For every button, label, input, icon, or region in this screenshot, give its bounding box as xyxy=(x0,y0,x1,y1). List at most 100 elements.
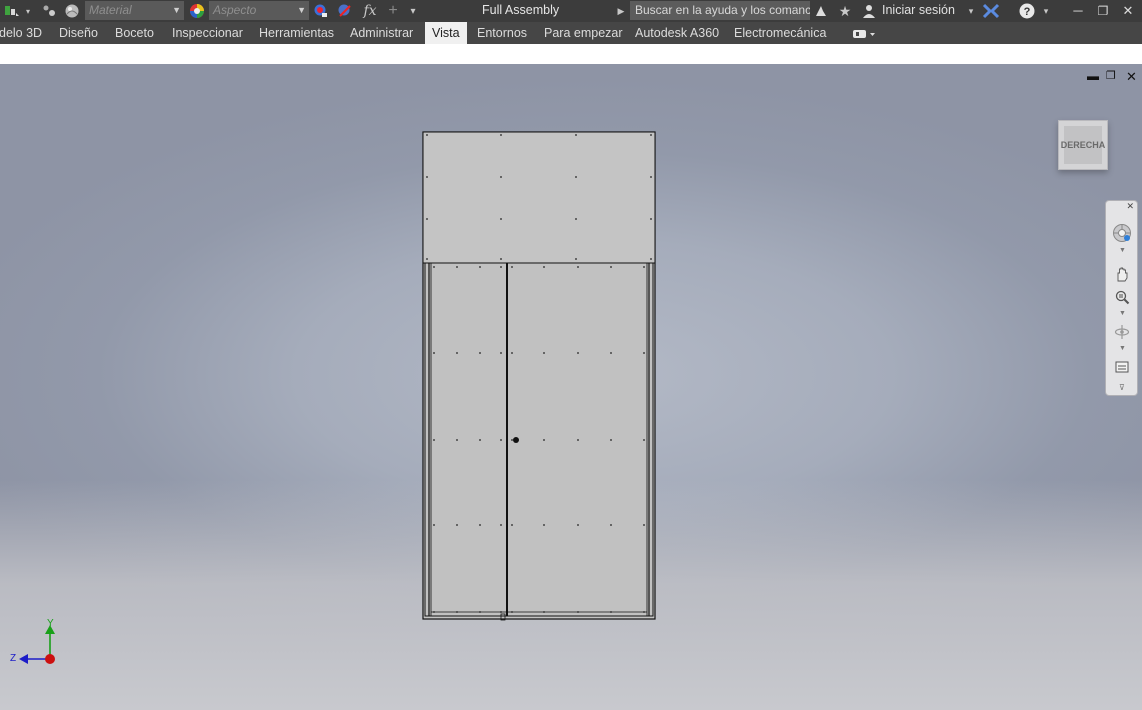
fastener-hole xyxy=(650,258,652,260)
viewcube[interactable]: DERECHA xyxy=(1058,120,1108,170)
fastener-hole xyxy=(456,611,458,613)
search-expand-icon[interactable]: ▶ xyxy=(614,2,628,20)
document-close-icon[interactable]: ✕ xyxy=(1126,69,1137,85)
fastener-hole xyxy=(610,266,612,268)
fastener-hole xyxy=(577,352,579,354)
clear-appearance-icon[interactable] xyxy=(336,2,354,20)
fastener-hole xyxy=(577,439,579,441)
tab-para-empezar[interactable]: Para empezar xyxy=(544,22,623,44)
material-dropdown[interactable]: Material ▼ xyxy=(85,1,184,20)
fastener-hole xyxy=(479,266,481,268)
fastener-hole xyxy=(426,134,428,136)
tab-diseno[interactable]: Diseño xyxy=(59,22,98,44)
customize-dropdown-icon[interactable]: ▾ xyxy=(404,2,422,20)
viewcube-face-label[interactable]: DERECHA xyxy=(1061,126,1105,164)
fastener-hole xyxy=(500,258,502,260)
look-at-icon[interactable] xyxy=(1112,357,1132,377)
subscription-icon[interactable] xyxy=(812,2,830,20)
fastener-hole xyxy=(500,611,502,613)
graphics-viewport[interactable]: ▬ ❐ ✕ DERECHA ✕ ▼ ▼ ▼ ⊽ Y Z xyxy=(0,64,1142,710)
nav-bar-customize-icon[interactable]: ⊽ xyxy=(1119,383,1125,392)
fastener-hole xyxy=(500,176,502,178)
fastener-hole xyxy=(511,611,513,613)
fastener-hole xyxy=(543,611,545,613)
tab-entornos[interactable]: Entornos xyxy=(477,22,527,44)
fastener-hole xyxy=(575,176,577,178)
door-handle[interactable] xyxy=(513,437,519,443)
nav-bar-close-icon[interactable]: ✕ xyxy=(1126,201,1134,212)
tab-herramientas[interactable]: Herramientas xyxy=(259,22,334,44)
fastener-hole xyxy=(511,524,513,526)
fastener-hole xyxy=(426,218,428,220)
navigation-bar: ✕ ▼ ▼ ▼ ⊽ xyxy=(1105,200,1138,396)
help-search-input[interactable]: Buscar en la ayuda y los comanc xyxy=(630,1,810,20)
fastener-hole xyxy=(500,266,502,268)
app-menu-icon[interactable] xyxy=(3,2,21,20)
star-icon[interactable]: ★ xyxy=(836,2,854,20)
tab-autodesk-a360[interactable]: Autodesk A360 xyxy=(635,22,719,44)
fastener-hole xyxy=(643,352,645,354)
selection-icon[interactable] xyxy=(40,2,58,20)
triad-y-label: Y xyxy=(47,618,54,629)
pan-icon[interactable] xyxy=(1112,264,1132,284)
fastener-hole xyxy=(479,352,481,354)
zoom-icon[interactable] xyxy=(1112,287,1132,307)
close-icon[interactable]: ✕ xyxy=(1116,1,1140,21)
color-wheel-icon[interactable] xyxy=(188,2,206,20)
top-panel[interactable] xyxy=(422,131,656,264)
app-menu-dropdown-icon[interactable]: ▾ xyxy=(22,2,34,20)
tab-boceto[interactable]: Boceto xyxy=(115,22,154,44)
fastener-hole xyxy=(650,134,652,136)
steering-wheel-dropdown-icon[interactable]: ▼ xyxy=(1119,247,1126,254)
title-bar: ▾ Material ▼ Aspecto ▼ fx + ▾ Full Assem… xyxy=(0,0,1142,22)
fastener-hole xyxy=(511,266,513,268)
fastener-hole xyxy=(433,611,435,613)
document-minimize-icon[interactable]: ▬ xyxy=(1087,69,1099,83)
user-icon xyxy=(860,2,878,20)
fastener-hole xyxy=(543,352,545,354)
restore-icon[interactable]: ❐ xyxy=(1091,1,1115,21)
tab-administrar[interactable]: Administrar xyxy=(350,22,413,44)
fastener-hole xyxy=(650,176,652,178)
fastener-hole xyxy=(543,266,545,268)
sign-in-button[interactable]: Iniciar sesión xyxy=(882,3,955,17)
ribbon-panel-collapsed xyxy=(0,44,1142,65)
zoom-dropdown-icon[interactable]: ▼ xyxy=(1119,310,1126,317)
orbit-icon[interactable] xyxy=(1112,322,1132,342)
fastener-hole xyxy=(543,439,545,441)
z-axis-arrow xyxy=(19,654,28,664)
material-dropdown-value: Material xyxy=(89,3,132,17)
window-title: Full Assembly xyxy=(482,3,560,17)
fastener-hole xyxy=(577,266,579,268)
materials-icon[interactable] xyxy=(63,2,81,20)
adjust-appearance-icon[interactable] xyxy=(312,2,330,20)
fx-parameters-icon[interactable]: fx xyxy=(361,2,379,20)
fastener-hole xyxy=(577,611,579,613)
tab-inspeccionar[interactable]: Inspeccionar xyxy=(172,22,243,44)
sign-in-dropdown-icon[interactable]: ▾ xyxy=(962,2,980,20)
help-dropdown-icon[interactable]: ▾ xyxy=(1037,2,1055,20)
fastener-hole xyxy=(575,218,577,220)
fastener-hole xyxy=(456,439,458,441)
exchange-apps-icon[interactable] xyxy=(982,2,1000,20)
fastener-hole xyxy=(456,352,458,354)
help-icon[interactable]: ? xyxy=(1018,2,1036,20)
fastener-hole xyxy=(511,439,513,441)
minimize-icon[interactable]: ─ xyxy=(1066,1,1090,21)
tab-vista[interactable]: Vista xyxy=(425,22,467,44)
door-frame[interactable] xyxy=(424,262,654,617)
appearance-dropdown[interactable]: Aspecto ▼ xyxy=(209,1,309,20)
orbit-dropdown-icon[interactable]: ▼ xyxy=(1119,345,1126,352)
document-restore-icon[interactable]: ❐ xyxy=(1106,69,1116,82)
fastener-hole xyxy=(479,524,481,526)
tab-electromecanica[interactable]: Electromecánica xyxy=(734,22,826,44)
triad-z-label: Z xyxy=(10,653,17,664)
tab-modelo-3d[interactable]: delo 3D xyxy=(0,22,42,44)
fastener-hole xyxy=(643,266,645,268)
origin-point xyxy=(45,654,55,664)
steering-wheel-icon[interactable] xyxy=(1112,223,1132,243)
plus-icon[interactable]: + xyxy=(384,2,402,20)
assembly-model[interactable] xyxy=(418,128,663,628)
fastener-hole xyxy=(543,524,545,526)
ribbon-display-options-icon[interactable] xyxy=(852,22,876,44)
